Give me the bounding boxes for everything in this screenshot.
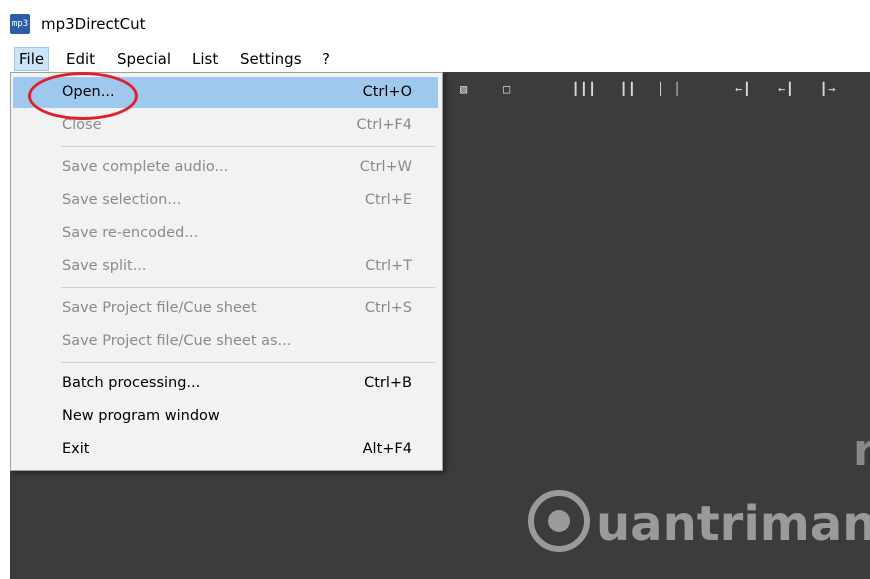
move-left-icon[interactable]: ←┃	[735, 82, 751, 96]
menu-item-save-complete-audio: Save complete audio... Ctrl+W	[13, 152, 438, 183]
menu-bar: File Edit Special List Settings ?	[0, 44, 870, 72]
annotation-circle	[28, 72, 138, 120]
menu-item-batch-processing[interactable]: Batch processing... Ctrl+B	[13, 368, 438, 399]
menu-item-shortcut: Ctrl+S	[364, 300, 412, 316]
double-bar-icon[interactable]: ┃┃	[620, 82, 636, 96]
menu-item-label: Exit	[62, 441, 90, 457]
page-2-icon[interactable]: ▧	[460, 82, 468, 96]
menu-settings[interactable]: Settings	[236, 48, 306, 70]
menu-item-save-project-as: Save Project file/Cue sheet as...	[13, 326, 438, 357]
watermark-text: uantrimang	[596, 496, 870, 552]
menu-item-exit[interactable]: Exit Alt+F4	[13, 434, 438, 465]
menu-help[interactable]: ?	[318, 48, 334, 70]
title-bar: mp3 mp3DirectCut	[0, 0, 870, 40]
move-right-icon[interactable]: ┃→	[820, 82, 836, 96]
file-menu-dropdown: Open... Ctrl+O Close Ctrl+F4 Save comple…	[10, 72, 443, 471]
lightbulb-logo-core	[548, 510, 570, 532]
menu-item-label: Save re-encoded...	[62, 225, 199, 241]
menu-item-save-selection: Save selection... Ctrl+E	[13, 185, 438, 216]
menu-item-label: Batch processing...	[62, 375, 201, 391]
menu-item-label: Save Project file/Cue sheet	[62, 300, 257, 316]
page-blank-icon[interactable]: □	[503, 82, 511, 96]
window-left-margin	[0, 40, 10, 579]
menu-item-shortcut: Ctrl+O	[362, 84, 412, 100]
menu-item-shortcut: Ctrl+W	[359, 159, 412, 175]
menu-item-shortcut: Alt+F4	[362, 441, 412, 457]
partial-watermark-glyph: r	[853, 425, 870, 476]
menu-list[interactable]: List	[188, 48, 222, 70]
menu-item-shortcut: Ctrl+F4	[356, 117, 412, 133]
menu-special[interactable]: Special	[113, 48, 175, 70]
menu-edit[interactable]: Edit	[62, 48, 99, 70]
menu-item-shortcut: Ctrl+B	[364, 375, 412, 391]
split-bars-icon[interactable]: ┃┃┃	[572, 82, 597, 96]
menu-separator	[61, 287, 436, 288]
menu-item-save-split: Save split... Ctrl+T	[13, 251, 438, 282]
menu-item-save-project: Save Project file/Cue sheet Ctrl+S	[13, 293, 438, 324]
menu-item-save-re-encoded: Save re-encoded...	[13, 218, 438, 249]
menu-item-label: Save Project file/Cue sheet as...	[62, 333, 292, 349]
mp3-app-icon: mp3	[10, 14, 30, 34]
move-left-2-icon[interactable]: ←┃	[778, 82, 794, 96]
menu-item-new-program-window[interactable]: New program window	[13, 401, 438, 432]
menu-item-label: Save complete audio...	[62, 159, 229, 175]
menu-item-shortcut: Ctrl+E	[364, 192, 412, 208]
single-bars-icon[interactable]: │ │	[657, 82, 682, 96]
menu-item-label: Save selection...	[62, 192, 182, 208]
menu-separator	[61, 362, 436, 363]
menu-item-shortcut: Ctrl+T	[365, 258, 412, 274]
menu-item-label: New program window	[62, 408, 220, 424]
menu-file[interactable]: File	[14, 47, 50, 71]
menu-item-label: Save split...	[62, 258, 147, 274]
window-title: mp3DirectCut	[41, 15, 146, 33]
menu-separator	[61, 146, 436, 147]
